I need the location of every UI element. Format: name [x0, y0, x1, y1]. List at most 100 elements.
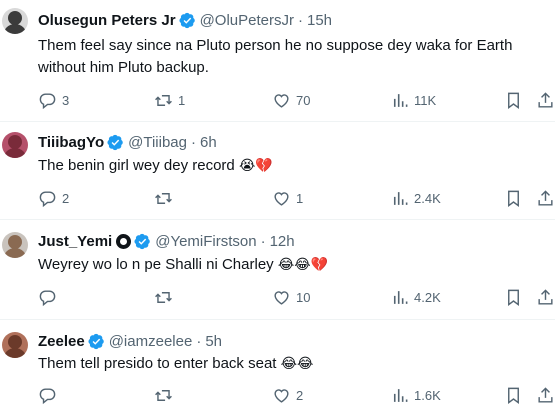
views-icon — [390, 386, 409, 405]
retweet-count: 1 — [178, 92, 186, 108]
display-name[interactable]: TiiibagYo — [38, 134, 104, 151]
tweet-emojis: 😂😂 — [280, 356, 314, 372]
separator: · — [297, 11, 303, 29]
tweet-text-row: Them tell presido to enter back seat 😂😂 — [38, 353, 538, 375]
like-button[interactable]: 2 — [272, 385, 303, 405]
share-button[interactable] — [536, 90, 555, 110]
verified-badge-icon — [134, 233, 151, 250]
user-handle[interactable]: @YemiFirstson — [155, 233, 256, 250]
avatar[interactable] — [2, 232, 28, 258]
bookmark-button[interactable] — [504, 188, 523, 208]
like-button[interactable]: 10 — [272, 287, 310, 307]
share-button[interactable] — [536, 385, 555, 405]
reply-button[interactable] — [38, 287, 62, 307]
reply-icon — [38, 386, 57, 405]
tweet-text: Them feel say since na Pluto person he n… — [38, 37, 513, 76]
like-count: 10 — [296, 289, 311, 305]
tweet-actions: 3 1 70 11K — [38, 90, 555, 110]
avatar[interactable] — [2, 132, 28, 158]
reply-count: 2 — [62, 190, 70, 206]
user-handle[interactable]: @Tiiibag — [128, 134, 187, 151]
user-handle[interactable]: @OluPetersJr — [200, 12, 294, 29]
views-icon — [390, 91, 409, 110]
like-button[interactable]: 1 — [272, 188, 303, 208]
tweet-actions: 2 1 2.4K — [38, 188, 555, 208]
views-button[interactable]: 1.6K — [390, 385, 441, 405]
like-count: 1 — [296, 190, 304, 206]
views-icon — [390, 189, 409, 208]
like-count: 2 — [296, 387, 304, 403]
avatar[interactable] — [2, 8, 28, 34]
views-icon — [390, 288, 409, 307]
retweet-icon — [154, 386, 173, 405]
reply-count: 3 — [62, 92, 70, 108]
retweet-icon — [154, 189, 173, 208]
tweet[interactable]: Zeelee @iamzeelee · 5h Them tell presido… — [0, 320, 555, 417]
display-name[interactable]: Olusegun Peters Jr — [38, 12, 176, 29]
reply-button[interactable]: 3 — [38, 90, 69, 110]
tweet-emojis: 😂😂💔 — [277, 257, 328, 273]
retweet-icon — [154, 91, 173, 110]
timestamp[interactable]: 12h — [270, 233, 295, 250]
tweet-emojis: 😭💔 — [238, 158, 273, 174]
views-button[interactable]: 11K — [390, 90, 436, 110]
verified-badge-icon — [88, 333, 105, 350]
reply-button[interactable] — [38, 385, 62, 405]
display-name[interactable]: Zeelee — [38, 333, 85, 350]
like-icon — [272, 91, 291, 110]
tweet[interactable]: Just_Yemi @YemiFirstson · 12h Weyrey wo … — [0, 220, 555, 320]
views-button[interactable]: 4.2K — [390, 287, 441, 307]
timestamp[interactable]: 5h — [205, 333, 222, 350]
views-count: 1.6K — [414, 387, 441, 403]
affiliation-badge-icon — [116, 233, 132, 249]
verified-badge-icon — [179, 12, 196, 29]
share-button[interactable] — [536, 188, 555, 208]
display-name[interactable]: Just_Yemi — [38, 233, 112, 250]
avatar[interactable] — [2, 332, 28, 358]
tweet-text: Them tell presido to enter back seat — [38, 355, 277, 372]
share-icon — [536, 91, 555, 110]
separator: · — [260, 232, 266, 250]
bookmark-icon — [504, 288, 523, 307]
reply-button[interactable]: 2 — [38, 188, 69, 208]
like-button[interactable]: 70 — [272, 90, 310, 110]
bookmark-button[interactable] — [504, 90, 523, 110]
bookmark-icon — [504, 386, 523, 405]
bookmark-button[interactable] — [504, 287, 523, 307]
separator: · — [190, 133, 196, 151]
retweet-button[interactable] — [154, 188, 178, 208]
reply-icon — [38, 189, 57, 208]
tweet-text-row: Weyrey wo lo n pe Shalli ni Charley 😂😂💔 — [38, 254, 538, 276]
share-icon — [536, 386, 555, 405]
verified-badge-icon — [107, 134, 124, 151]
tweet-actions: 10 4.2K — [38, 287, 555, 307]
share-icon — [536, 288, 555, 307]
separator: · — [196, 332, 202, 350]
views-count: 4.2K — [414, 289, 441, 305]
tweet-text: Weyrey wo lo n pe Shalli ni Charley — [38, 256, 274, 273]
tweet[interactable]: TiiibagYo @Tiiibag · 6h The benin girl w… — [0, 122, 555, 220]
views-count: 2.4K — [414, 190, 441, 206]
retweet-button[interactable] — [154, 287, 178, 307]
retweet-button[interactable] — [154, 385, 178, 405]
reply-icon — [38, 91, 57, 110]
like-count: 70 — [296, 92, 311, 108]
like-icon — [272, 386, 291, 405]
tweet-text-row: The benin girl wey dey record 😭💔 — [38, 155, 538, 177]
like-icon — [272, 189, 291, 208]
bookmark-button[interactable] — [504, 385, 523, 405]
tweet-actions: 2 1.6K — [38, 385, 555, 405]
share-icon — [536, 189, 555, 208]
like-icon — [272, 288, 291, 307]
retweet-icon — [154, 288, 173, 307]
tweet[interactable]: Olusegun Peters Jr @OluPetersJr · 15h Th… — [0, 0, 555, 122]
bookmark-icon — [504, 91, 523, 110]
share-button[interactable] — [536, 287, 555, 307]
user-handle[interactable]: @iamzeelee — [109, 333, 193, 350]
timestamp[interactable]: 6h — [200, 134, 217, 151]
reply-icon — [38, 288, 57, 307]
views-count: 11K — [414, 92, 437, 108]
timestamp[interactable]: 15h — [307, 12, 332, 29]
retweet-button[interactable]: 1 — [154, 90, 185, 110]
views-button[interactable]: 2.4K — [390, 188, 441, 208]
